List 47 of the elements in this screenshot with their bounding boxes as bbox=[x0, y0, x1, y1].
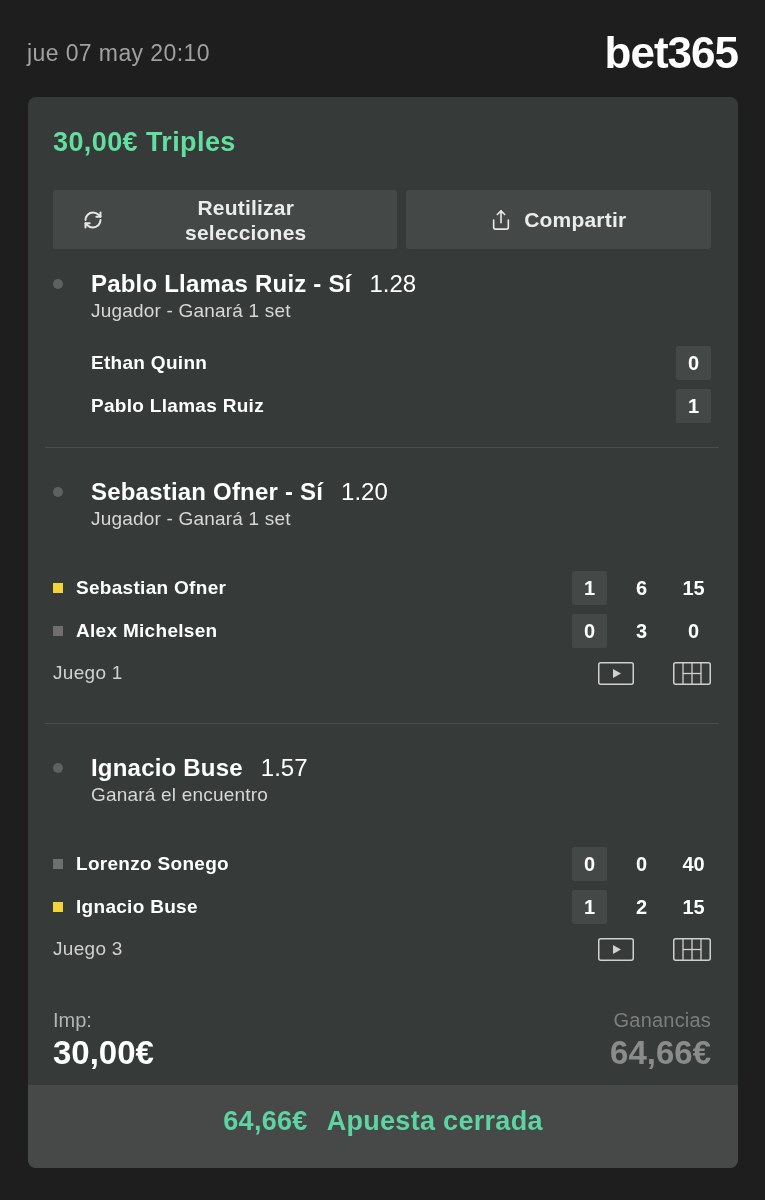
stake-value: 30,00€ bbox=[53, 1036, 154, 1070]
odds-text: 1.20 bbox=[341, 478, 388, 506]
bet-status-text: Apuesta cerrada bbox=[326, 1105, 543, 1137]
score-cell-text: 6 bbox=[634, 576, 649, 601]
game-text: Juego 3 bbox=[53, 938, 124, 960]
grid-icon[interactable] bbox=[673, 937, 711, 961]
play-icon[interactable] bbox=[598, 661, 634, 685]
score-cell: 1 bbox=[572, 890, 607, 924]
game-text: Juego 1 bbox=[53, 662, 124, 684]
market-text: Jugador - Ganará 1 set bbox=[91, 508, 291, 529]
selection-title: Ignacio Buse bbox=[91, 754, 243, 782]
score-cell-text: 40 bbox=[681, 852, 706, 877]
reuse-selections-button[interactable]: Reutilizar selecciones bbox=[53, 190, 397, 249]
score-cell-text: 0 bbox=[634, 852, 649, 877]
play-icon[interactable] bbox=[598, 937, 634, 961]
score-cell: 0 bbox=[572, 847, 607, 881]
player-name: Lorenzo Sonego bbox=[76, 853, 231, 875]
score-cell-text: 15 bbox=[681, 576, 706, 601]
player-name: Ethan Quinn bbox=[91, 352, 209, 374]
cash-out-amount: 64,66€ bbox=[223, 1105, 308, 1137]
score-cell-text: 3 bbox=[634, 619, 649, 644]
score-cell-text: 0 bbox=[686, 619, 701, 644]
player-name: Ignacio Buse bbox=[76, 896, 199, 918]
score-cell-text: 15 bbox=[681, 895, 706, 920]
refresh-icon bbox=[83, 209, 103, 230]
logo-text: bet365 bbox=[604, 29, 738, 77]
date-time-text: jue 07 may 20:10 bbox=[27, 39, 210, 67]
player-name: Sebastian Ofner bbox=[76, 577, 228, 599]
odds-text: 1.57 bbox=[260, 754, 308, 782]
score-cell: 0 bbox=[676, 346, 711, 380]
market-text: Jugador - Ganará 1 set bbox=[91, 300, 291, 321]
bet-title: 30,00€ Triples bbox=[53, 127, 237, 157]
returns-value: 64,66€ bbox=[610, 1036, 711, 1070]
odds-text: 1.28 bbox=[369, 270, 417, 298]
score-cell-text: 2 bbox=[634, 895, 649, 920]
market-text: Ganará el encuentro bbox=[91, 784, 269, 805]
stake-label: Imp: bbox=[53, 1009, 93, 1031]
score-cell: 1 bbox=[572, 571, 607, 605]
player-name: Alex Michelsen bbox=[76, 620, 219, 642]
grid-icon[interactable] bbox=[673, 661, 711, 685]
score-cell: 1 bbox=[676, 389, 711, 423]
share-button[interactable]: Compartir bbox=[405, 190, 711, 249]
score-cell: 0 bbox=[572, 614, 607, 648]
returns-label: Ganancias bbox=[613, 1009, 711, 1031]
player-name: Pablo Llamas Ruiz bbox=[91, 395, 265, 417]
selection-title: Sebastian Ofner - Sí bbox=[91, 478, 324, 506]
selection-title: Pablo Llamas Ruiz - Sí bbox=[91, 270, 352, 298]
